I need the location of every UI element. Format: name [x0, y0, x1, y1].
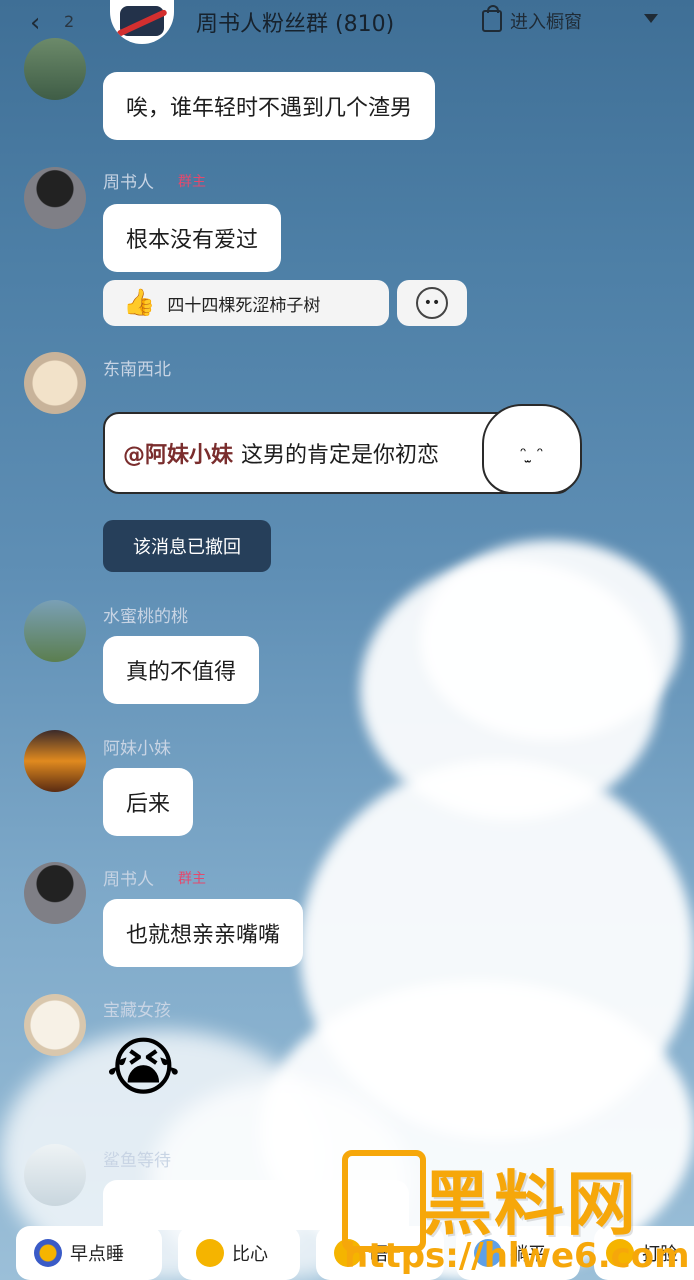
- mention[interactable]: @阿妹小妹: [123, 437, 233, 469]
- quick-action-label: 早点睡: [70, 1244, 124, 1265]
- message-bubble[interactable]: 真的不值得: [103, 636, 260, 704]
- unread-count: 2: [64, 12, 75, 31]
- avatar[interactable]: [24, 1144, 86, 1206]
- quick-action-label: 比心: [232, 1244, 268, 1265]
- moon-icon: [34, 1239, 62, 1267]
- watermark: 黑料网 https://hlwe6.com: [342, 1150, 694, 1280]
- avatar[interactable]: [24, 600, 86, 662]
- sender-name: 阿妹小妹: [103, 739, 171, 759]
- chevron-down-icon[interactable]: [644, 14, 658, 23]
- sender-name: 周书人: [103, 173, 154, 193]
- heart-hands-icon: [196, 1239, 224, 1267]
- bunny-sticker-icon: ᵔ ̫ ᵔ: [482, 404, 582, 494]
- watermark-url: https://hlwe6.com: [344, 1236, 690, 1276]
- crying-laughing-emoji-icon[interactable]: 😭: [106, 1036, 181, 1100]
- message-bubble[interactable]: 后来: [103, 768, 194, 836]
- recalled-message: 该消息已撤回: [103, 520, 271, 572]
- watermark-text: 黑料网: [422, 1163, 638, 1245]
- shopping-bag-icon: [482, 5, 502, 32]
- reaction-user: 四十四棵死涩柿子树: [167, 295, 321, 316]
- sender-name: 水蜜桃的桃: [103, 607, 188, 627]
- shop-window-label: 进入橱窗: [510, 12, 582, 33]
- avatar[interactable]: [24, 352, 86, 414]
- quick-action-heart[interactable]: 比心: [178, 1226, 300, 1280]
- shop-window-button[interactable]: 进入橱窗: [482, 5, 582, 34]
- avatar[interactable]: [24, 994, 86, 1056]
- group-avatar[interactable]: [110, 0, 174, 44]
- sender-name: 周书人: [103, 870, 154, 890]
- owner-badge: 群主: [178, 871, 206, 887]
- quick-action-early-sleep[interactable]: 早点睡: [16, 1226, 162, 1280]
- message-bubble[interactable]: 唉，谁年轻时不遇到几个渣男: [103, 72, 436, 140]
- message-bubble[interactable]: 根本没有爱过: [103, 204, 282, 272]
- reaction-pill[interactable]: 👍 四十四棵死涩柿子树: [103, 280, 389, 326]
- sender-name: 宝藏女孩: [103, 1001, 171, 1021]
- group-title[interactable]: 周书人粉丝群 (810): [196, 6, 394, 38]
- cloud: [420, 540, 680, 740]
- thumbs-up-icon: 👍: [123, 288, 156, 318]
- message-text: 这男的肯定是你初恋: [241, 443, 440, 468]
- smiley-icon: ••: [416, 287, 448, 319]
- message-bubble[interactable]: 也就想亲亲嘴嘴: [103, 899, 304, 967]
- chat-header: ‹ 2 周书人粉丝群 (810) 进入橱窗: [0, 0, 694, 44]
- avatar[interactable]: [24, 862, 86, 924]
- back-arrow-icon[interactable]: ‹: [30, 8, 40, 38]
- sender-name: 东南西北: [103, 360, 171, 380]
- sender-name: 鲨鱼等待: [103, 1151, 171, 1171]
- add-reaction-button[interactable]: ••: [397, 280, 467, 326]
- avatar[interactable]: [24, 730, 86, 792]
- owner-badge: 群主: [178, 174, 206, 190]
- avatar[interactable]: [24, 38, 86, 100]
- avatar[interactable]: [24, 167, 86, 229]
